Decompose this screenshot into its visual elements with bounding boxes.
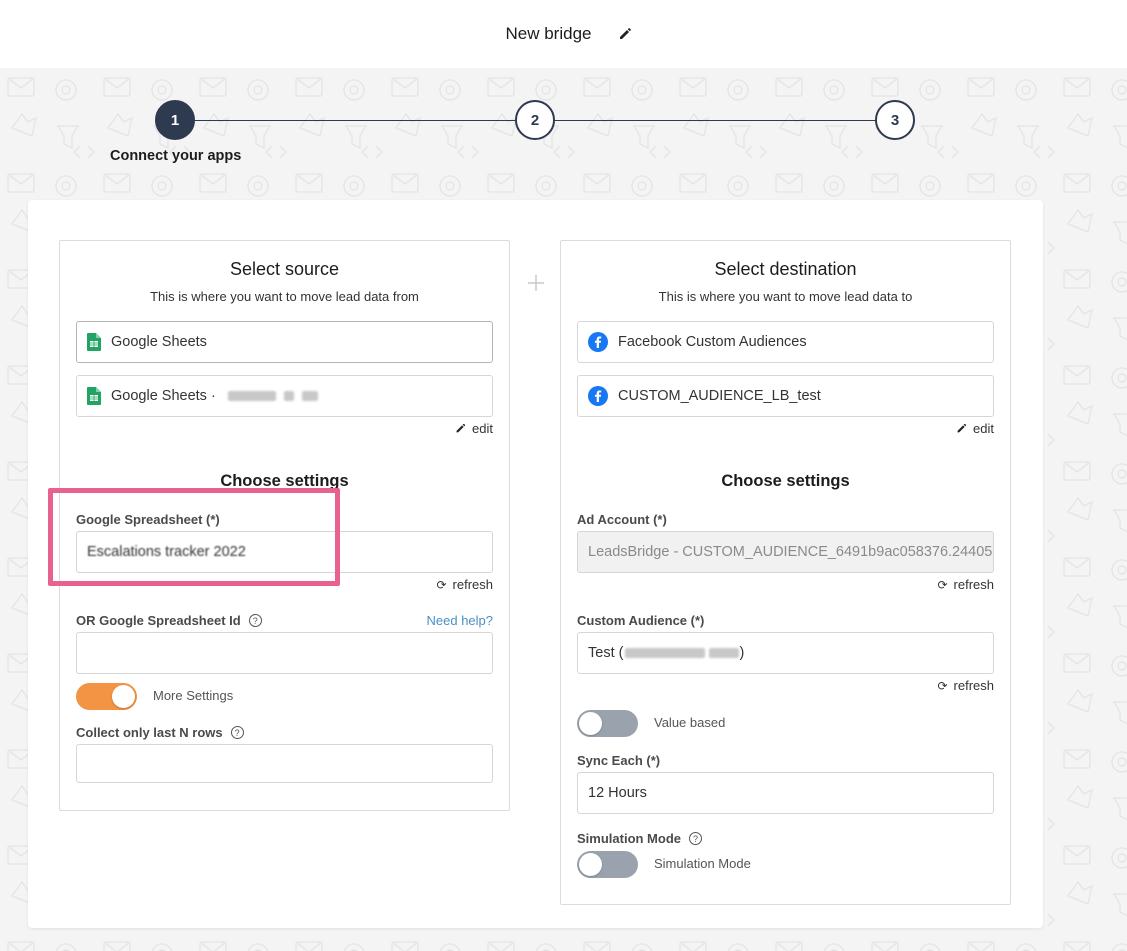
step-number: 2 — [530, 111, 540, 129]
custom-audience-label: Custom Audience (*) — [577, 613, 705, 628]
simulation-label-text: Simulation Mode — [577, 831, 681, 846]
source-account-name: Google Sheets · — [111, 388, 216, 404]
refresh-icon: ⟳ — [436, 577, 447, 592]
toggle-knob — [579, 853, 602, 876]
source-subtitle: This is where you want to move lead data… — [150, 289, 419, 304]
refresh-label: refresh — [953, 577, 994, 592]
step-3[interactable]: 3 — [875, 100, 915, 140]
destination-app-select[interactable]: Facebook Custom Audiences — [577, 321, 994, 363]
step-number: 1 — [170, 111, 180, 129]
custom-audience-select[interactable]: Test ( ) — [577, 632, 994, 674]
stepper-line-2 — [554, 120, 876, 121]
edit-title-pencil-icon[interactable] — [618, 27, 632, 41]
destination-edit-link[interactable]: edit — [956, 421, 994, 436]
facebook-icon — [588, 332, 608, 352]
source-settings-title: Choose settings — [220, 472, 349, 490]
redacted-account-email — [227, 391, 318, 401]
top-bar: New bridge — [0, 0, 1127, 68]
source-edit-link[interactable]: edit — [455, 421, 493, 436]
source-app-name: Google Sheets — [111, 334, 207, 350]
last-rows-label: Collect only last N rows ? — [76, 725, 244, 740]
refresh-icon: ⟳ — [937, 577, 948, 592]
spreadsheet-refresh-link[interactable]: ⟳ refresh — [436, 577, 493, 592]
toggle-knob — [579, 712, 602, 735]
need-help-link[interactable]: Need help? — [427, 613, 494, 628]
destination-subtitle: This is where you want to move lead data… — [658, 289, 913, 304]
sync-each-label: Sync Each (*) — [577, 753, 661, 768]
help-question-icon[interactable]: ? — [230, 726, 244, 739]
ad-account-label: Ad Account (*) — [577, 512, 667, 527]
simulation-mode-label: Simulation Mode ? — [577, 831, 702, 846]
ad-account-select[interactable]: LeadsBridge - CUSTOM_AUDIENCE_6491b9ac05… — [577, 531, 994, 573]
value-based-label: Value based — [654, 715, 726, 730]
source-app-select[interactable]: Google Sheets — [76, 321, 493, 363]
ad-account-refresh-link[interactable]: ⟳ refresh — [937, 577, 994, 592]
step-1-label: Connect your apps — [110, 148, 242, 164]
step-number: 3 — [890, 111, 900, 129]
spreadsheet-select[interactable]: Escalations tracker 2022 — [76, 531, 493, 573]
spreadsheet-id-input[interactable] — [76, 632, 493, 674]
refresh-label: refresh — [953, 678, 994, 693]
pencil-icon — [957, 423, 967, 433]
spreadsheet-id-label-text: OR Google Spreadsheet Id — [76, 613, 241, 628]
facebook-icon — [588, 386, 608, 406]
sync-each-select[interactable]: 12 Hours — [577, 772, 994, 814]
toggle-knob — [112, 685, 135, 708]
more-settings-label: More Settings — [153, 688, 234, 703]
stepper-line-1 — [194, 120, 516, 121]
spreadsheet-value: Escalations tracker 2022 — [87, 544, 246, 560]
ad-account-value: LeadsBridge - CUSTOM_AUDIENCE_6491b9ac05… — [588, 544, 993, 560]
sync-each-value: 12 Hours — [588, 785, 647, 801]
step-2[interactable]: 2 — [515, 100, 555, 140]
refresh-icon: ⟳ — [937, 678, 948, 693]
simulation-toggle-label: Simulation Mode — [654, 856, 751, 871]
help-question-icon[interactable]: ? — [689, 832, 702, 845]
help-question-icon[interactable]: ? — [248, 614, 262, 627]
edit-label: edit — [472, 421, 493, 436]
destination-title: Select destination — [714, 259, 857, 279]
value-based-toggle[interactable] — [577, 710, 638, 737]
simulation-mode-toggle[interactable] — [577, 851, 638, 878]
custom-audience-suffix: ) — [739, 645, 745, 661]
edit-label: edit — [973, 421, 994, 436]
spreadsheet-id-label: OR Google Spreadsheet Id ? — [76, 613, 262, 628]
source-panel: Select source This is where you want to … — [59, 240, 510, 811]
last-rows-input[interactable] — [76, 744, 493, 783]
destination-panel: Select destination This is where you wan… — [560, 240, 1011, 905]
spreadsheet-label: Google Spreadsheet (*) — [76, 512, 220, 527]
more-settings-toggle[interactable] — [76, 683, 137, 710]
destination-app-name: Facebook Custom Audiences — [618, 334, 807, 350]
last-rows-label-text: Collect only last N rows — [76, 725, 223, 740]
custom-audience-value: Test ( — [588, 645, 624, 661]
custom-audience-refresh-link[interactable]: ⟳ refresh — [937, 678, 994, 693]
destination-settings-title: Choose settings — [721, 472, 850, 490]
plus-icon — [528, 275, 544, 291]
source-title: Select source — [229, 259, 340, 279]
source-account-select[interactable]: Google Sheets · — [76, 375, 493, 417]
pencil-icon — [456, 423, 466, 433]
step-1[interactable]: 1 — [155, 100, 195, 140]
google-sheets-icon — [87, 333, 101, 351]
redacted-audience-id — [625, 648, 740, 658]
google-sheets-icon — [87, 387, 101, 405]
destination-account-select[interactable]: CUSTOM_AUDIENCE_LB_test — [577, 375, 994, 417]
refresh-label: refresh — [452, 577, 493, 592]
destination-account-name: CUSTOM_AUDIENCE_LB_test — [618, 388, 821, 404]
bridge-title: New bridge — [505, 24, 592, 43]
